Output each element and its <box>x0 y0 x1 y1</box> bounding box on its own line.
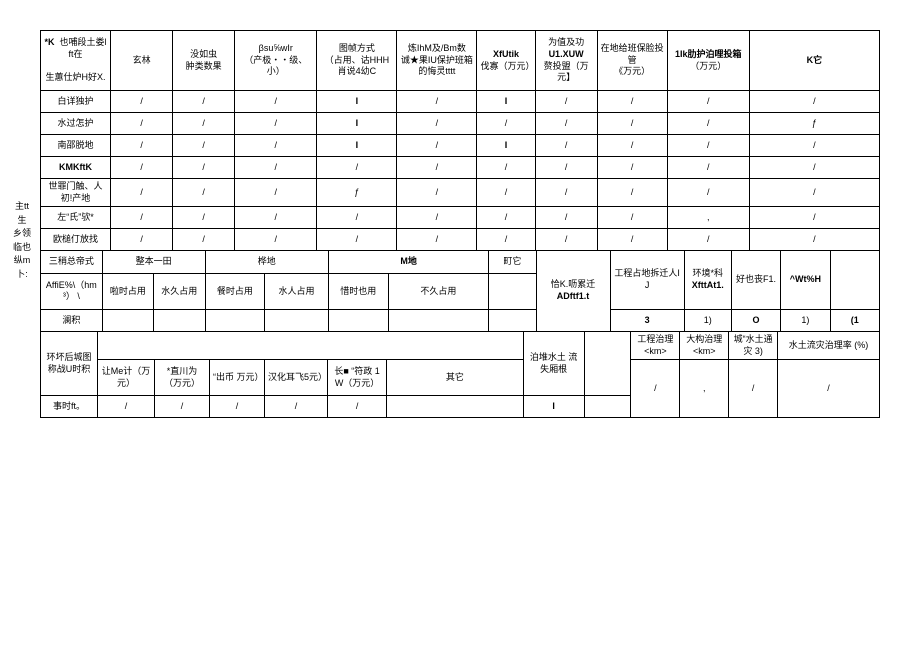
table-middle: 三稍总帝式 整本一田 桦地 M地 町它 恰K.呖累迁ADftf1.t 工程占地拆… <box>40 251 880 332</box>
t1-h6: XfUtik伐寡（万元） <box>477 31 535 91</box>
t1-h5: 炼IhM及/Bm数诚★果IU保护班箱的悔灵tttt <box>397 31 477 91</box>
t1-h7: 为值及功U1.XUW赘投盟（万元】 <box>535 31 597 91</box>
t1-row2: 水过怎护/// I// ///ƒ <box>41 113 880 135</box>
table-lower: 环坏后城图称战U时积 泊堆水土 流失厢根 工程治理 <km> 大构治理 <km>… <box>40 332 880 418</box>
t2-h6: 工程占地拆迁人IJ <box>610 251 684 309</box>
t1-h3: βsu⅝wIr（产极・・级、小） <box>235 31 317 91</box>
t2-h0: 三稍总帝式 <box>41 251 103 273</box>
t3-h2: 大构治理 <km> <box>680 332 729 360</box>
t1-row7: 欧槌仃放找/// /// //// <box>41 229 880 251</box>
t2-h1: 整本一田 <box>102 251 205 273</box>
t1-row4: KMKftK/// /// //// <box>41 157 880 179</box>
t2-h9: ^Wt%H <box>781 251 830 309</box>
t1-h0: *K 也哺段土娄lft在 生蕙仕炉H好X. <box>41 31 111 91</box>
t3-r1c7: 泊堆水土 流失厢根 <box>523 332 584 396</box>
side-vertical-label: 主tt生 乡领 临也 纵m 卜: <box>13 201 31 279</box>
t2-h5: 恰K.呖累迁ADftf1.t <box>536 251 610 331</box>
t3-span <box>98 332 524 360</box>
t1-h10: K它 <box>749 31 879 91</box>
t1-h8: 在地给班保脸投管《万元） <box>597 31 667 91</box>
t2-h4: 町它 <box>489 251 536 273</box>
t2-h7: 环境*科XfttAt1. <box>684 251 731 309</box>
t3-h0: 环坏后城图称战U时积 <box>41 332 98 396</box>
t1-h9: 1Ik肋护泊哩投箱（万元） <box>667 31 749 91</box>
t1-row3: 南邵脱地/// I/I //// <box>41 135 880 157</box>
table-upper: *K 也哺段土娄lft在 生蕙仕炉H好X. 玄林 没如虫肿类数果 βsu⅝wIr… <box>40 30 880 251</box>
t1-h2: 没如虫肿类数果 <box>173 31 235 91</box>
t3-h1: 工程治理 <km> <box>631 332 680 360</box>
t3-row2: 让Me计（万元）*直川为（万元） “出币 万元）汉化耳飞5元） 长■ “符政 1… <box>41 360 880 396</box>
t1-row6: 左“氏”欤*/// /// //,/ <box>41 207 880 229</box>
t2-h8: 好也丧F1. <box>731 251 780 309</box>
t2-h10 <box>830 251 879 309</box>
t3-h3: 城“水土通灾 3) <box>729 332 778 360</box>
t3-r1c8 <box>584 332 631 396</box>
t2-row3: 澜积 31) O1)(1 <box>41 309 880 331</box>
t3-h4: 水土流灾治理率 (%) <box>778 332 880 360</box>
t2-h3: M地 <box>328 251 488 273</box>
t1-row1: 白详独护/// I/I //// <box>41 91 880 113</box>
t1-h4: 图帧方式（占用、诂HHH肖说4幼C <box>317 31 397 91</box>
t1-h1: 玄林 <box>111 31 173 91</box>
t1-row5: 世罪门触、人初!产地/// ƒ// //// <box>41 179 880 207</box>
t2-h2: 桦地 <box>205 251 328 273</box>
